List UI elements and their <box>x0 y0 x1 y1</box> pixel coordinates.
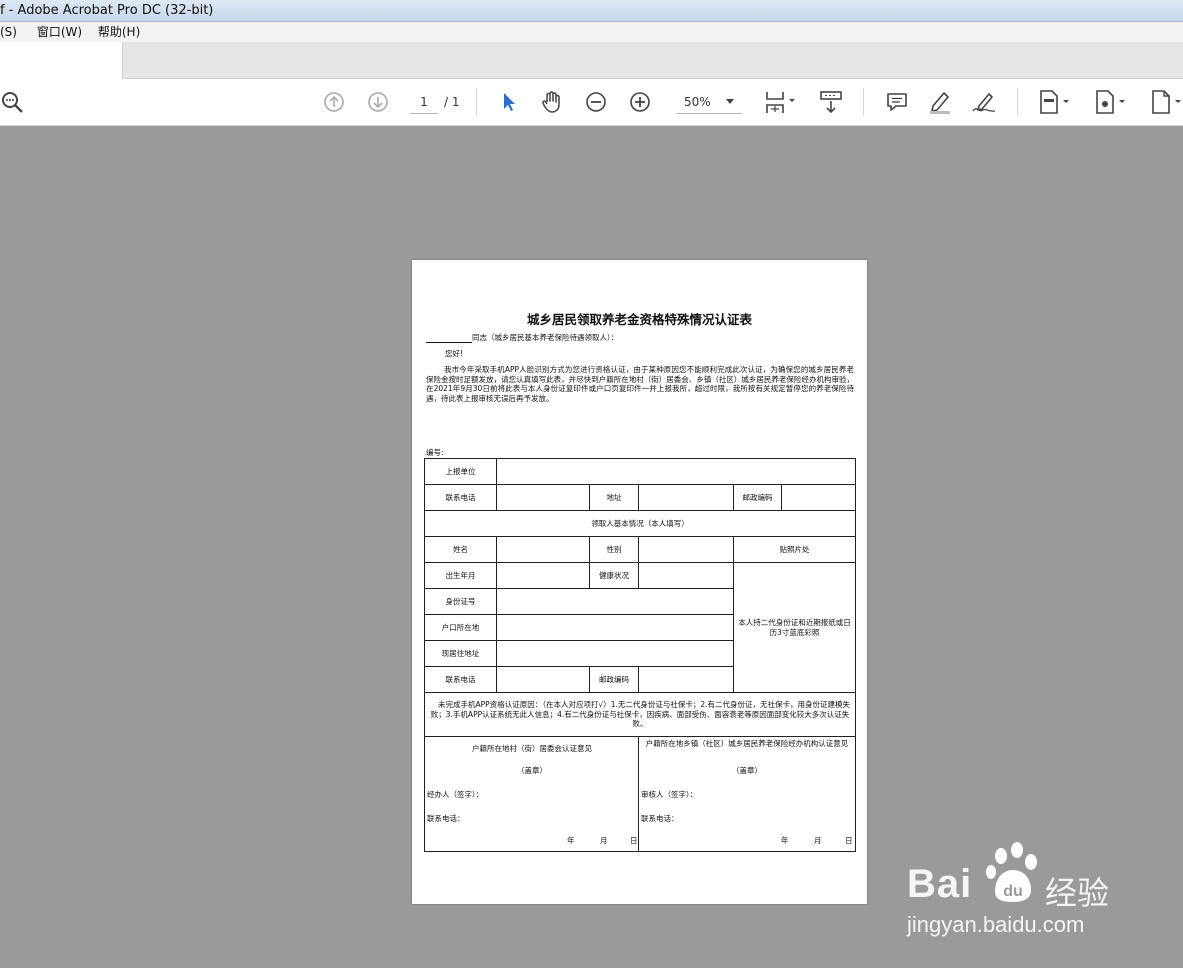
village-opinion-block: 户籍所在地村（街）居委会认证意见 （盖章） 经办人（签字）： 联系电话： 年 月… <box>426 738 638 851</box>
select-cursor-icon[interactable] <box>497 79 521 125</box>
phone-field[interactable] <box>496 484 590 511</box>
phone-label: 联系电话 <box>424 484 497 511</box>
basic-info-header: 领取人基本情况（本人填写） <box>423 510 857 537</box>
doc-tool-2-icon[interactable] <box>1092 79 1128 125</box>
phone2-label: 联系电话 <box>424 666 497 693</box>
village-date-year: 年 <box>567 836 575 845</box>
menu-item-window[interactable]: 窗口(W) <box>37 22 82 42</box>
report-unit-field[interactable] <box>495 458 857 485</box>
comment-icon[interactable] <box>884 79 910 125</box>
title-bar: f - Adobe Acrobat Pro DC (32-bit) <box>0 0 1183 22</box>
page-down-icon[interactable] <box>366 79 390 125</box>
highlight-icon[interactable] <box>926 79 954 125</box>
document-tab[interactable] <box>0 42 123 79</box>
toolbar-divider <box>863 88 864 116</box>
township-date-month: 月 <box>814 836 822 845</box>
zoom-in-icon[interactable] <box>628 79 652 125</box>
photo-slot-label: 贴照片处 <box>732 536 857 563</box>
menu-bar: (S) 窗口(W) 帮助(H) <box>0 22 1183 42</box>
township-seal-label: （盖章） <box>732 766 762 775</box>
greeting: 您好! <box>445 349 464 358</box>
residence-label: 现居住地址 <box>424 640 497 667</box>
number-label: 编号: <box>426 448 444 457</box>
intro-paragraph: 我市今年采取手机APP人脸识别方式为您进行资格认证，由于某种原因您不能顺利完成此… <box>426 365 854 403</box>
reason-cell: 未完成手机APP资格认证原因：（在本人对应项打√）1.无二代身份证与社保卡；2.… <box>423 692 857 737</box>
township-opinion-cell: 户籍所在地乡镇（社区）城乡居民养老保险经办机构认证意见 （盖章） 审核人（签字）… <box>637 736 857 852</box>
sign-icon[interactable] <box>970 79 998 125</box>
gender-label: 性别 <box>589 536 639 563</box>
village-date-month: 月 <box>600 836 608 845</box>
village-date-day: 日 <box>630 836 638 845</box>
reason-text: 未完成手机APP资格认证原因：（在本人对应项打√）1.无二代身份证与社保卡；2.… <box>430 700 851 729</box>
residence-field[interactable] <box>496 640 734 667</box>
gender-field[interactable] <box>638 536 734 563</box>
salutation-line: 同志（城乡居民基本养老保险待遇领取人）： <box>426 332 618 343</box>
birth-label: 出生年月 <box>424 562 497 589</box>
menu-item-s[interactable]: (S) <box>0 22 17 42</box>
page-number-input[interactable]: 1 <box>410 91 438 114</box>
id-number-field[interactable] <box>496 588 734 615</box>
zoom-value: 50% <box>684 95 711 109</box>
postcode-label: 邮政编码 <box>733 484 782 511</box>
pdf-page: 城乡居民领取养老金资格特殊情况认证表 同志（城乡居民基本养老保险待遇领取人）： … <box>412 260 867 904</box>
name-field[interactable] <box>496 536 590 563</box>
address-label: 地址 <box>589 484 639 511</box>
village-opinion-cell: 户籍所在地村（街）居委会认证意见 （盖章） 经办人（签字）： 联系电话： 年 月… <box>424 736 639 852</box>
reviewer-label: 审核人（签字）： <box>641 790 698 799</box>
township-opinion-title: 户籍所在地乡镇（社区）城乡居民养老保险经办机构认证意见 <box>645 739 849 748</box>
photo-note: 本人持二代身份证和近期报纸或日历3寸蓝底彩照 <box>732 562 857 693</box>
township-date-year: 年 <box>781 836 789 845</box>
form-table: 上报单位 联系电话 地址 邮政编码 领取人基本情况（本人填写） 姓名 性别 贴照… <box>423 458 857 852</box>
fit-page-icon[interactable] <box>760 79 798 125</box>
toolbar-divider <box>1017 88 1018 116</box>
health-field[interactable] <box>638 562 734 589</box>
hukou-field[interactable] <box>496 614 734 641</box>
township-opinion-block: 户籍所在地乡镇（社区）城乡居民养老保险经办机构认证意见 （盖章） 审核人（签字）… <box>640 738 855 851</box>
zoom-level-select[interactable]: 50% <box>676 91 742 114</box>
toolbar-divider <box>476 88 477 116</box>
phone2-field[interactable] <box>496 666 590 693</box>
hand-icon[interactable] <box>539 79 565 125</box>
baidu-jingyan-watermark: Bai du 经验 jingyan.baidu.com <box>905 842 1135 942</box>
postcode-field[interactable] <box>780 484 857 511</box>
window-title: f - Adobe Acrobat Pro DC (32-bit) <box>0 3 214 18</box>
scroll-mode-icon[interactable] <box>816 79 846 125</box>
page-total: / 1 <box>444 95 460 109</box>
doc-tool-3-icon[interactable] <box>1148 79 1183 125</box>
township-date-day: 日 <box>845 836 853 845</box>
address-field[interactable] <box>638 484 734 511</box>
village-opinion-title: 户籍所在地村（街）居委会认证意见 <box>472 744 592 753</box>
handler-label: 经办人（签字）： <box>427 790 484 799</box>
svg-text:du: du <box>1003 883 1023 900</box>
main-toolbar: 1 / 1 50% <box>0 79 1183 126</box>
doc-tool-1-icon[interactable] <box>1036 79 1072 125</box>
watermark-brand2: 经验 <box>1045 874 1110 912</box>
chevron-down-icon <box>726 99 734 104</box>
menu-item-help[interactable]: 帮助(H) <box>98 22 140 42</box>
zoom-out-icon[interactable] <box>584 79 608 125</box>
report-unit-label: 上报单位 <box>424 458 497 485</box>
name-label: 姓名 <box>424 536 497 563</box>
birth-field[interactable] <box>496 562 590 589</box>
village-seal-label: （盖章） <box>517 766 547 775</box>
township-phone-label: 联系电话： <box>641 814 679 823</box>
watermark-brand: Bai <box>907 862 973 906</box>
tab-bar <box>0 42 1183 79</box>
page-up-icon[interactable] <box>322 79 346 125</box>
village-phone-label: 联系电话： <box>427 814 465 823</box>
name-blank <box>426 335 472 343</box>
postcode2-field[interactable] <box>638 666 734 693</box>
watermark-url: jingyan.baidu.com <box>907 912 1085 937</box>
paw-logo-icon: du <box>986 842 1037 902</box>
hukou-label: 户口所在地 <box>424 614 497 641</box>
zoom-search-icon[interactable] <box>0 79 26 125</box>
form-title: 城乡居民领取养老金资格特殊情况认证表 <box>526 312 752 327</box>
postcode2-label: 邮政编码 <box>589 666 639 693</box>
salutation-text: 同志（城乡居民基本养老保险待遇领取人）： <box>472 333 619 342</box>
health-label: 健康状况 <box>589 562 639 589</box>
id-number-label: 身份证号 <box>424 588 497 615</box>
